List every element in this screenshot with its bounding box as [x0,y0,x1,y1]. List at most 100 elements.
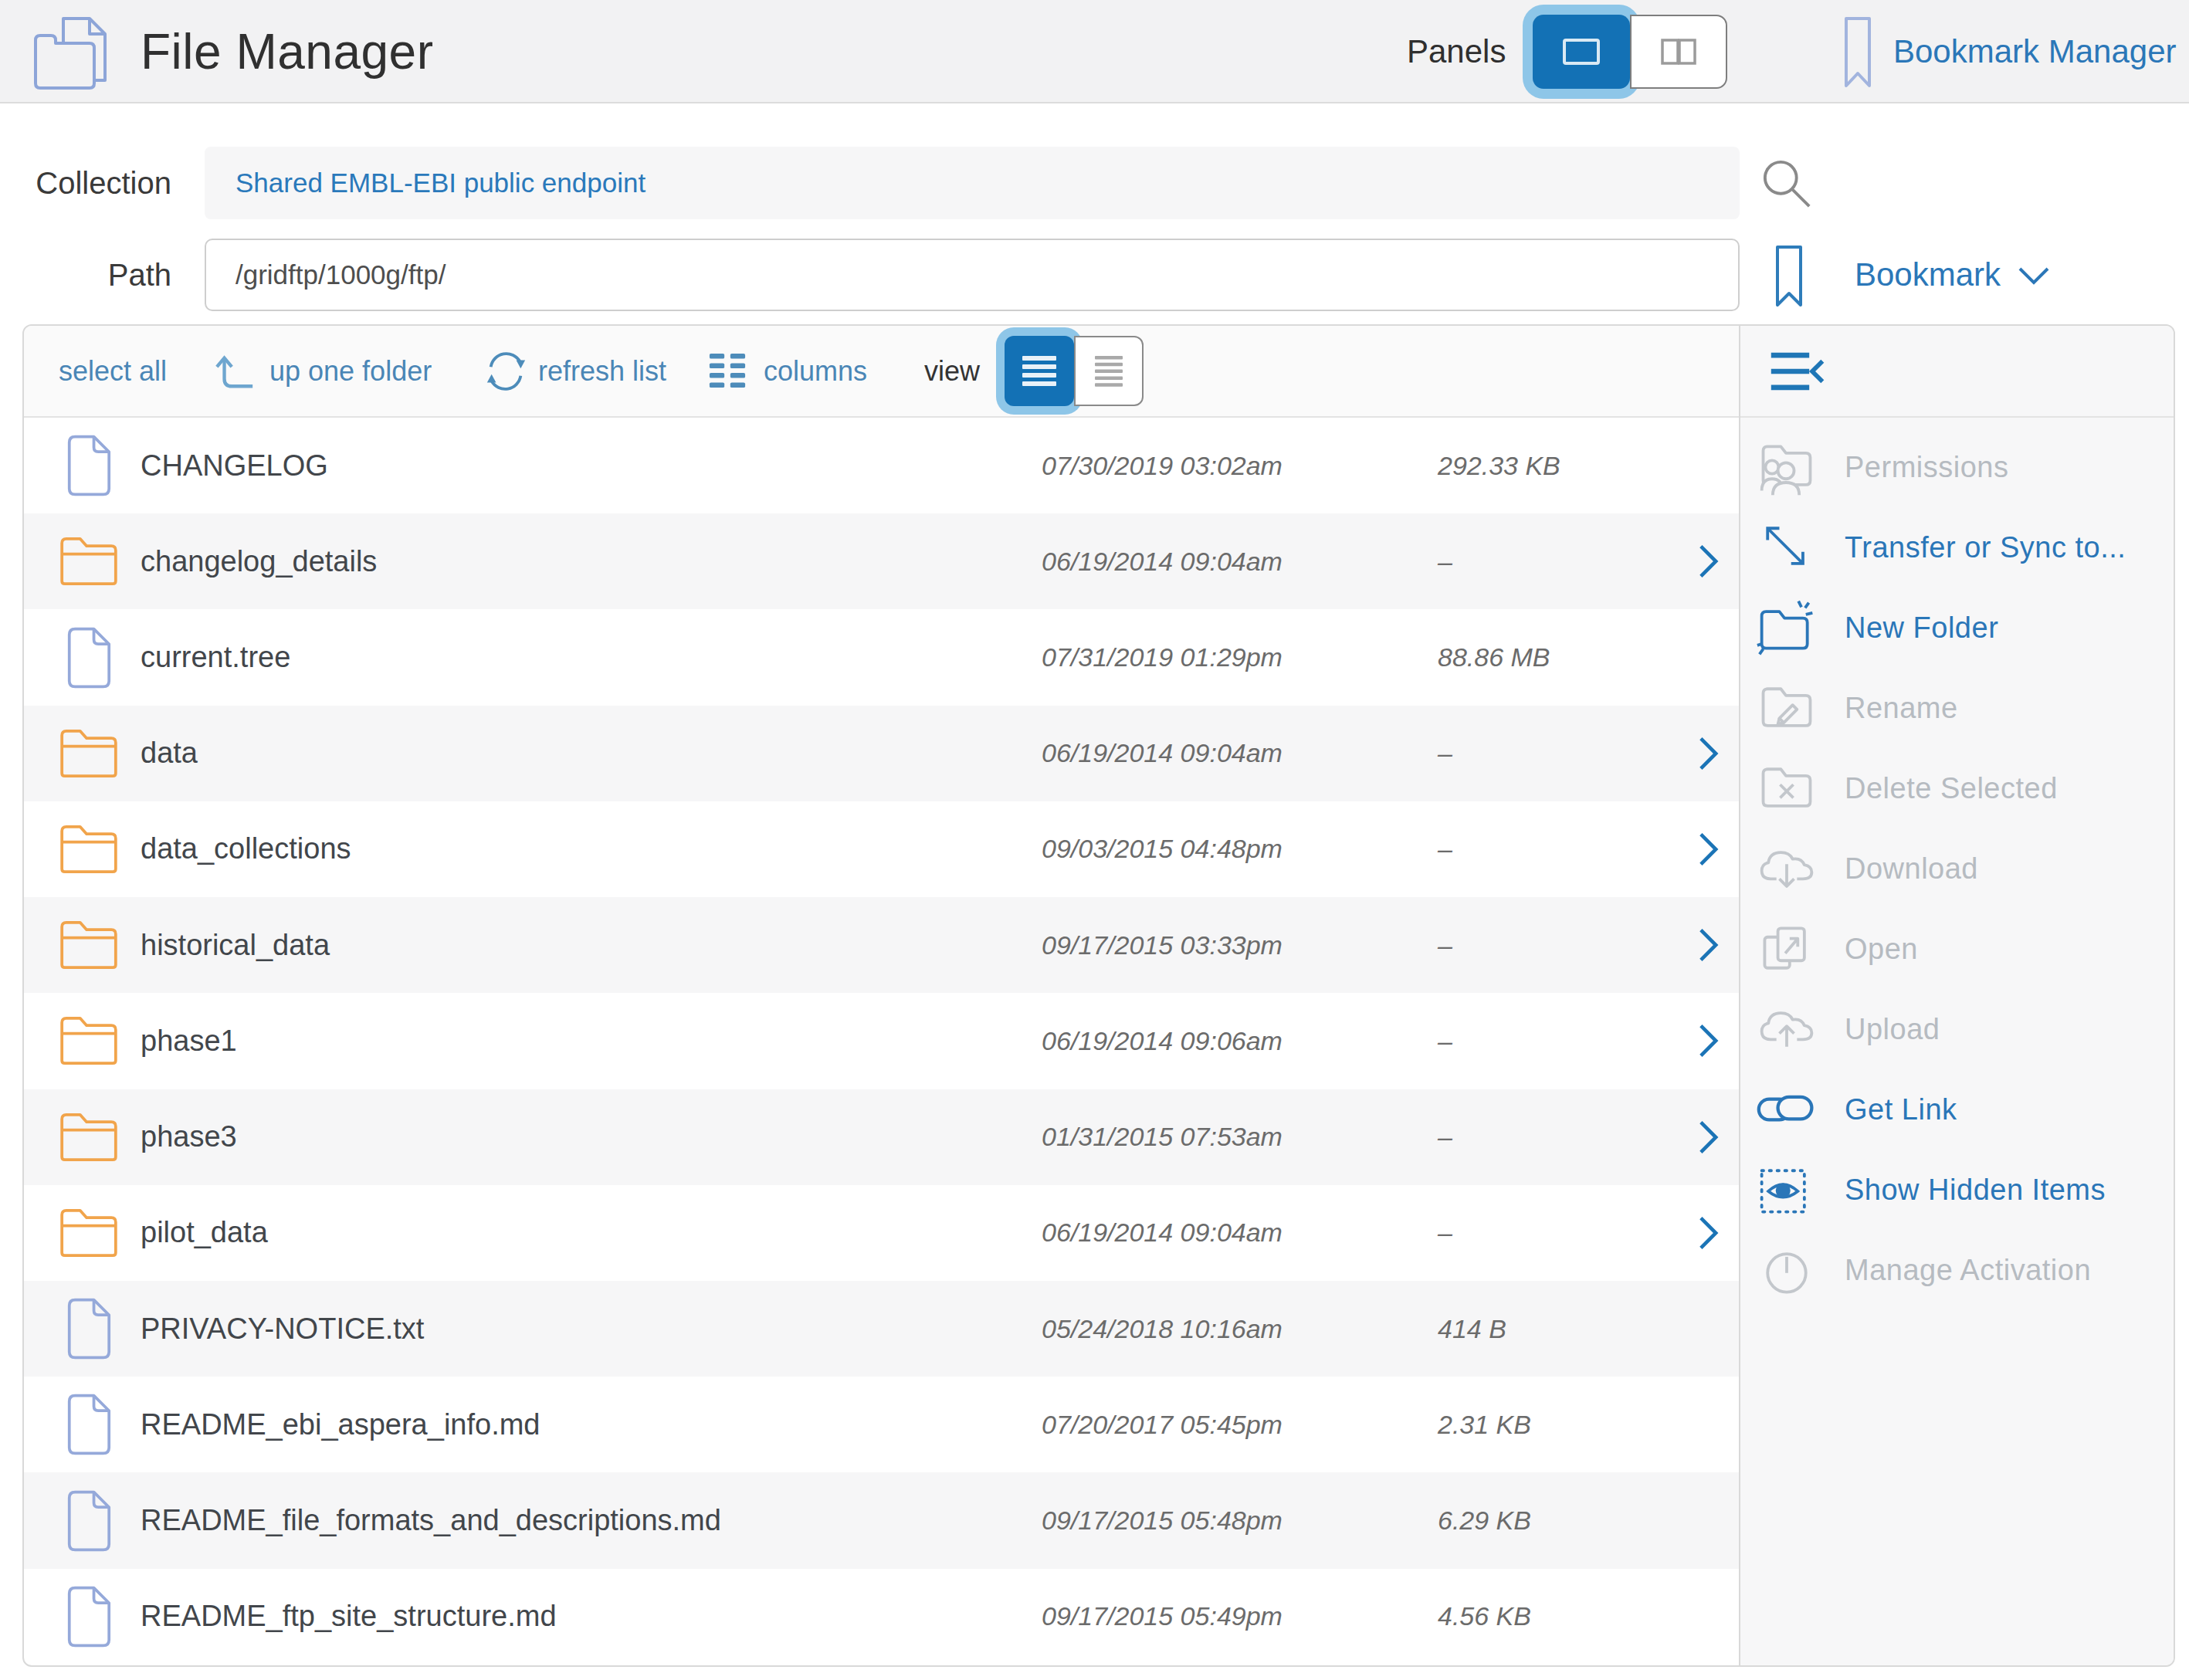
chevron-right-icon[interactable] [1698,544,1720,579]
file-icon [59,1489,119,1553]
folder-row[interactable]: historical_data09/17/2015 03:33pm– [24,897,1739,993]
sidebar-item-get-link[interactable]: Get Link [1740,1069,2174,1150]
folder-row[interactable]: changelog_details06/19/2014 09:04am– [24,513,1739,609]
sidebar-item-label: Rename [1845,692,1958,725]
file-list: CHANGELOG 07/30/2019 03:02am 292.33 KBchan… [24,418,1739,1665]
rename-icon [1754,676,1819,740]
chevron-right-icon[interactable] [1698,927,1720,963]
up-one-folder-icon[interactable] [214,351,257,392]
file-list-panel: select all up one folder refresh list co… [24,326,1739,1665]
sidebar-item-transfer-or-sync-to[interactable]: Transfer or Sync to... [1740,507,2174,588]
folder-row[interactable]: data06/19/2014 09:04am– [24,706,1739,801]
collection-value: Shared EMBL-EBI public endpoint [236,168,646,198]
up-one-folder-button[interactable]: up one folder [269,326,432,416]
sidebar-item-upload: Upload [1740,989,2174,1069]
file-size: – [1438,1185,1452,1281]
folder-row[interactable]: phase301/31/2015 07:53am– [24,1089,1739,1185]
file-size: – [1438,513,1452,609]
panels-toggle [1533,15,1727,89]
sidebar-item-delete-selected: Delete Selected [1740,748,2174,828]
file-row[interactable]: PRIVACY-NOTICE.txt05/24/2018 10:16am414 … [24,1281,1739,1377]
bookmark-dropdown[interactable]: Bookmark [1855,239,2001,311]
file-size: – [1438,1089,1452,1185]
refresh-list-button[interactable]: refresh list [538,326,666,416]
folder-icon [59,1208,119,1258]
sidebar-item-permissions: Permissions [1740,427,2174,507]
file-size: 4.56 KB [1438,1569,1531,1665]
compact-view-icon [1095,356,1123,387]
panels-label: Panels [1407,0,1506,103]
list-view-button[interactable] [1005,336,1074,406]
file-row[interactable]: README_file_formats_and_descriptions.md0… [24,1472,1739,1568]
sidebar-item-download: Download [1740,828,2174,909]
sidebar-item-label: Upload [1845,1013,1940,1046]
chevron-right-icon[interactable] [1698,736,1720,771]
file-size: – [1438,897,1452,993]
delete-icon [1754,756,1819,821]
file-row[interactable]: README_ebi_aspera_info.md07/20/2017 05:4… [24,1377,1739,1472]
file-name: data_collections [141,801,351,897]
file-name: historical_data [141,897,330,993]
bookmark-manager-icon [1844,17,1872,88]
path-value: /gridftp/1000g/ftp/ [236,259,446,290]
file-icon [59,1585,119,1648]
actions-menu: Permissions Transfer or Sync to... New Fol… [1740,418,2174,1310]
sidebar-item-label: Permissions [1845,451,2008,484]
file-name: current.tree [141,609,290,705]
chevron-down-icon[interactable] [2017,264,2051,287]
compact-view-button[interactable] [1074,336,1144,406]
chevron-right-icon[interactable] [1698,1023,1720,1058]
file-icon [59,1297,119,1360]
file-name: phase1 [141,993,237,1089]
file-size: – [1438,801,1452,897]
transfer-icon [1754,515,1819,580]
sidebar-item-new-folder[interactable]: New Folder [1740,588,2174,668]
select-all-button[interactable]: select all [59,326,167,416]
manage-activation-icon [1754,1238,1819,1302]
bookmark-manager-link[interactable]: Bookmark Manager [1893,0,2177,103]
columns-button[interactable]: columns [764,326,867,416]
file-date: 07/30/2019 03:02am [1042,418,1283,513]
folder-row[interactable]: phase1 06/19/2014 09:06am – [24,993,1739,1089]
collection-input[interactable]: Shared EMBL-EBI public endpoint [205,147,1740,219]
collection-label: Collection [0,147,171,219]
folder-row[interactable]: data_collections09/03/2015 04:48pm– [24,801,1739,897]
file-date: 07/31/2019 01:29pm [1042,609,1283,705]
file-name: phase3 [141,1089,237,1185]
chevron-right-icon[interactable] [1698,1119,1720,1155]
sidebar-item-show-hidden-items[interactable]: Show Hidden Items [1740,1150,2174,1230]
columns-icon[interactable] [708,351,747,391]
file-row[interactable]: current.tree07/31/2019 01:29pm88.86 MB [24,609,1739,705]
download-icon [1754,836,1819,901]
dual-panel-icon [1660,39,1697,65]
file-name: CHANGELOG [141,418,328,513]
file-row[interactable]: README_ftp_site_structure.md09/17/2015 0… [24,1569,1739,1665]
sidebar-item-manage-activation: Manage Activation [1740,1230,2174,1310]
file-name: data [141,706,198,801]
path-input[interactable]: /gridftp/1000g/ftp/ [205,239,1740,311]
collapse-sidebar-icon[interactable] [1768,351,1827,392]
chevron-right-icon[interactable] [1698,1215,1720,1251]
file-icon [59,1393,119,1456]
file-row[interactable]: CHANGELOG 07/30/2019 03:02am 292.33 KB [24,418,1739,513]
dual-panel-button[interactable] [1630,15,1727,89]
sidebar-item-label: Show Hidden Items [1845,1174,2106,1207]
chevron-right-icon[interactable] [1698,832,1720,867]
folder-icon [59,1016,119,1065]
file-size: 292.33 KB [1438,418,1560,513]
upload-icon [1754,997,1819,1062]
folder-icon [59,729,119,778]
file-size: – [1438,993,1452,1089]
file-name: README_file_formats_and_descriptions.md [141,1472,721,1568]
sidebar-item-label: Delete Selected [1845,772,2058,805]
refresh-icon[interactable] [483,349,528,394]
sidebar-item-label: Transfer or Sync to... [1845,531,2126,564]
sidebar-header [1740,326,2174,418]
folder-row[interactable]: pilot_data06/19/2014 09:04am– [24,1185,1739,1281]
new-folder-icon [1754,595,1819,660]
folder-icon [59,537,119,586]
file-name: README_ftp_site_structure.md [141,1569,557,1665]
single-panel-button[interactable] [1533,15,1630,89]
search-icon[interactable] [1762,159,1815,212]
file-date: 06/19/2014 09:06am [1042,993,1283,1089]
